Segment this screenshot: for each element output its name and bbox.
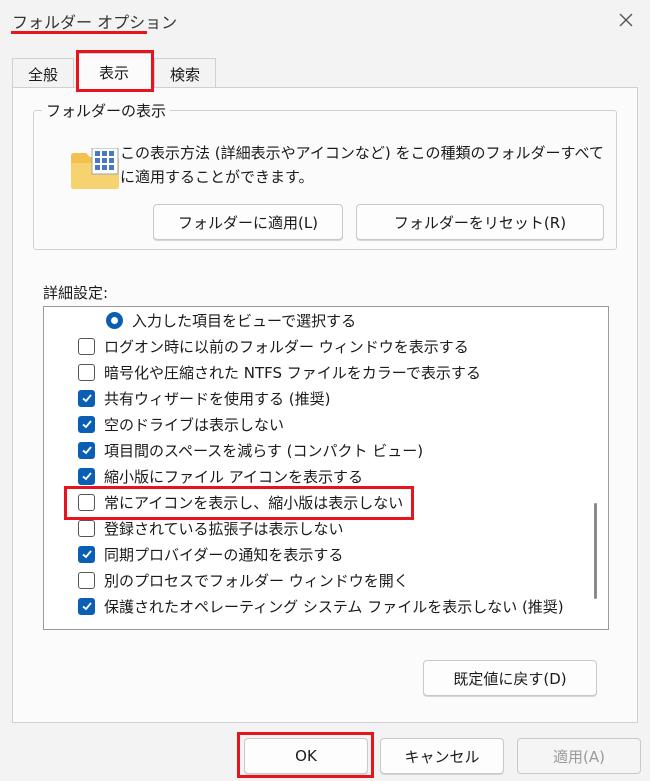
radio-selected-icon[interactable] — [106, 311, 123, 329]
list-item[interactable]: 同期プロバイダーの通知を表示する — [44, 541, 584, 567]
apply-to-folders-button[interactable]: フォルダーに適用(L) — [153, 204, 343, 240]
list-item[interactable]: 登録されている拡張子は表示しない — [44, 515, 584, 541]
checkbox-checked[interactable] — [78, 597, 95, 615]
list-item-label: 保護されたオペレーティング システム ファイルを表示しない (推奨) — [104, 597, 564, 616]
restore-defaults-button[interactable]: 既定値に戻す(D) — [423, 660, 597, 696]
list-item-label: 項目間のスペースを減らす (コンパクト ビュー) — [104, 441, 424, 460]
check-icon — [81, 550, 92, 559]
list-item-label: 常にアイコンを表示し、縮小版は表示しない — [104, 493, 404, 512]
scrollbar-thumb[interactable] — [594, 503, 597, 599]
check-icon — [81, 446, 92, 455]
checkbox[interactable] — [78, 519, 95, 537]
advanced-settings-label: 詳細設定: — [43, 284, 109, 302]
reset-folders-button[interactable]: フォルダーをリセット(R) — [356, 204, 604, 240]
list-item[interactable]: 暗号化や圧縮された NTFS ファイルをカラーで表示する — [44, 359, 584, 385]
cancel-button[interactable]: キャンセル — [380, 738, 504, 774]
list-item-label: 入力した項目をビューで選択する — [132, 311, 357, 330]
title-highlight-underline — [11, 31, 147, 34]
list-item-label: 縮小版にファイル アイコンを表示する — [104, 467, 364, 486]
tab-general[interactable]: 全般 — [12, 58, 74, 88]
list-item[interactable]: 保護されたオペレーティング システム ファイルを表示しない (推奨) — [44, 593, 584, 619]
list-item[interactable]: ログオン時に以前のフォルダー ウィンドウを表示する — [44, 333, 584, 359]
checkbox-checked[interactable] — [78, 415, 95, 433]
ok-button[interactable]: OK — [244, 738, 368, 774]
checkbox[interactable] — [78, 493, 95, 511]
folder-views-group: フォルダーの表示 この表示方法 (詳細表示やアイコンなど) をこの種類のフォルダ… — [33, 100, 617, 250]
list-item[interactable]: 項目間のスペースを減らす (コンパクト ビュー) — [44, 437, 584, 463]
list-item-label: ログオン時に以前のフォルダー ウィンドウを表示する — [104, 337, 469, 356]
checkbox-checked[interactable] — [78, 389, 95, 407]
list-item[interactable]: 共有ウィザードを使用する (推奨) — [44, 385, 584, 411]
title-bar: フォルダー オプション — [0, 0, 650, 44]
folder-views-description: この表示方法 (詳細表示やアイコンなど) をこの種類のフォルダーすべてに適用する… — [120, 144, 604, 186]
list-item-label: 暗号化や圧縮された NTFS ファイルをカラーで表示する — [104, 363, 481, 382]
list-item[interactable]: 常にアイコンを表示し、縮小版は表示しない — [44, 489, 584, 515]
list-item-label: 空のドライブは表示しない — [104, 415, 285, 434]
list-item-label: 共有ウィザードを使用する (推奨) — [104, 389, 331, 408]
list-item[interactable]: 空のドライブは表示しない — [44, 411, 584, 437]
checkbox[interactable] — [78, 337, 95, 355]
list-scrollbar[interactable] — [592, 307, 600, 629]
check-icon — [81, 472, 92, 481]
tab-view[interactable]: 表示 — [76, 53, 152, 89]
folder-views-legend: フォルダーの表示 — [42, 100, 171, 121]
check-icon — [81, 394, 92, 403]
window-title: フォルダー オプション — [12, 13, 178, 32]
checkbox-checked[interactable] — [78, 441, 95, 459]
close-icon — [619, 13, 633, 27]
checkbox-checked[interactable] — [78, 467, 95, 485]
list-item-label: 別のプロセスでフォルダー ウィンドウを開く — [104, 571, 409, 590]
view-tab-panel: フォルダーの表示 この表示方法 (詳細表示やアイコンなど) をこの種類のフォルダ… — [12, 87, 638, 723]
list-item[interactable]: 縮小版にファイル アイコンを表示する — [44, 463, 584, 489]
list-item[interactable]: 入力した項目をビューで選択する — [44, 307, 584, 333]
list-item[interactable]: 別のプロセスでフォルダー ウィンドウを開く — [44, 567, 584, 593]
close-button[interactable] — [610, 6, 642, 34]
checkbox-checked[interactable] — [78, 545, 95, 563]
checkbox[interactable] — [78, 363, 95, 381]
tab-search[interactable]: 検索 — [154, 58, 216, 88]
list-item-label: 登録されている拡張子は表示しない — [104, 519, 344, 538]
check-icon — [81, 602, 92, 611]
apply-button[interactable]: 適用(A) — [517, 738, 641, 774]
advanced-settings-list[interactable]: 入力した項目をビューで選択する ログオン時に以前のフォルダー ウィンドウを表示す… — [43, 306, 609, 630]
folder-view-icon — [71, 148, 119, 189]
checkbox[interactable] — [78, 571, 95, 589]
check-icon — [81, 420, 92, 429]
list-item-label: 同期プロバイダーの通知を表示する — [104, 545, 344, 564]
